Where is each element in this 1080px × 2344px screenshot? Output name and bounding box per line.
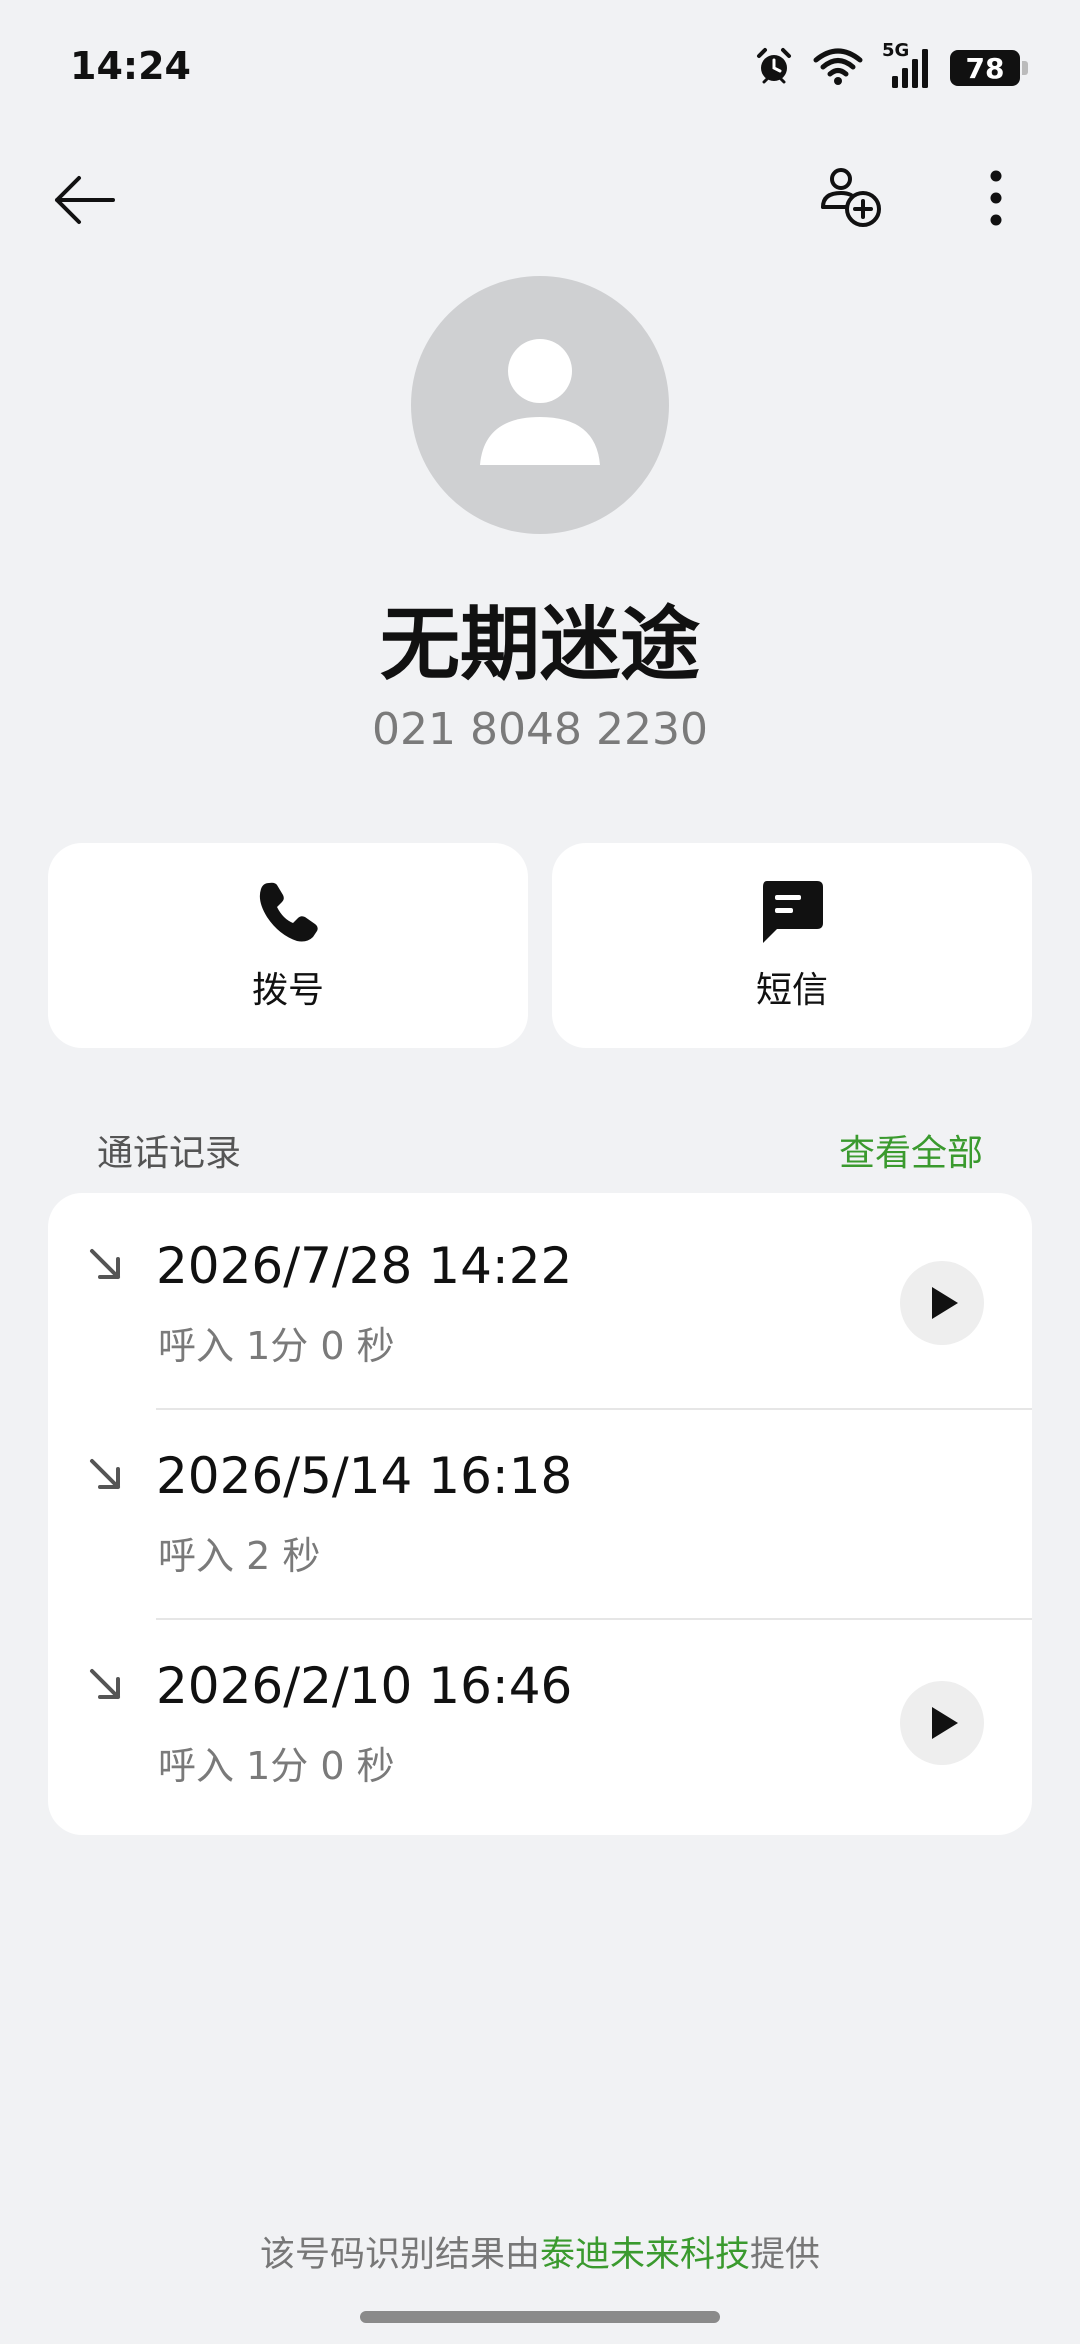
dial-label: 拨号 xyxy=(251,969,324,1011)
person-placeholder-icon xyxy=(480,339,600,465)
incoming-call-arrow-icon xyxy=(90,1669,120,1699)
phone-icon xyxy=(259,882,318,941)
attribution-suffix: 提供 xyxy=(750,2235,821,2275)
add-contact-button[interactable] xyxy=(812,158,892,238)
play-recording-button[interactable] xyxy=(900,1261,984,1345)
back-button[interactable] xyxy=(44,160,124,240)
call-detail: 呼入 1分 0 秒 xyxy=(158,1324,395,1368)
play-recording-button[interactable] xyxy=(900,1681,984,1765)
wifi-icon xyxy=(812,46,864,90)
attribution-prefix: 该号码识别结果由 xyxy=(259,2235,540,2275)
more-options-button[interactable] xyxy=(956,158,1036,238)
status-time: 14:24 xyxy=(70,44,191,88)
call-datetime: 2026/5/14 16:18 xyxy=(156,1447,573,1505)
incoming-call-arrow-icon xyxy=(90,1459,120,1489)
contact-name: 无期迷途 xyxy=(380,598,700,691)
call-log-item[interactable]: 2026/5/14 16:18 呼入 2 秒 xyxy=(48,1403,1032,1613)
battery-icon: 78 xyxy=(950,50,1028,86)
attribution-brand-link[interactable]: 泰迪未来科技 xyxy=(540,2235,750,2275)
view-all-link[interactable]: 查看全部 xyxy=(839,1124,983,1176)
sms-button[interactable]: 短信 xyxy=(552,843,1032,1048)
call-datetime: 2026/2/10 16:46 xyxy=(156,1657,573,1715)
caller-id-attribution: 该号码识别结果由泰迪未来科技提供 xyxy=(0,2226,1080,2277)
back-arrow-icon xyxy=(55,176,115,224)
add-contact-icon xyxy=(821,168,881,227)
message-icon xyxy=(763,880,823,943)
battery-level: 78 xyxy=(965,51,1005,85)
call-datetime: 2026/7/28 14:22 xyxy=(156,1237,573,1295)
cellular-icon: 5G xyxy=(882,40,932,90)
contact-number: 021 8048 2230 xyxy=(372,704,708,755)
status-bar: 14:24 5G 78 xyxy=(0,0,1080,140)
avatar xyxy=(411,276,669,534)
call-log-item[interactable]: 2026/7/28 14:22 呼入 1分 0 秒 xyxy=(48,1193,1032,1403)
call-detail: 呼入 1分 0 秒 xyxy=(158,1744,395,1788)
call-log-item[interactable]: 2026/2/10 16:46 呼入 1分 0 秒 xyxy=(48,1613,1032,1823)
play-icon xyxy=(932,1707,958,1739)
play-icon xyxy=(932,1287,958,1319)
alarm-icon xyxy=(754,46,794,90)
sms-label: 短信 xyxy=(755,969,828,1011)
more-vertical-icon xyxy=(990,170,1002,226)
status-icons: 5G 78 xyxy=(754,40,1028,92)
contact-detail-screen: 14:24 5G 78 无期迷途 021 8048 2230 拨号 短信 通话记… xyxy=(0,0,1080,2344)
call-log-list: 2026/7/28 14:22 呼入 1分 0 秒 2026/5/14 16:1… xyxy=(48,1193,1032,1835)
home-indicator[interactable] xyxy=(360,2311,720,2323)
dial-button[interactable]: 拨号 xyxy=(48,843,528,1048)
incoming-call-arrow-icon xyxy=(90,1249,120,1279)
call-log-title: 通话记录 xyxy=(97,1133,242,1174)
call-detail: 呼入 2 秒 xyxy=(158,1534,321,1578)
top-nav xyxy=(0,150,1080,250)
